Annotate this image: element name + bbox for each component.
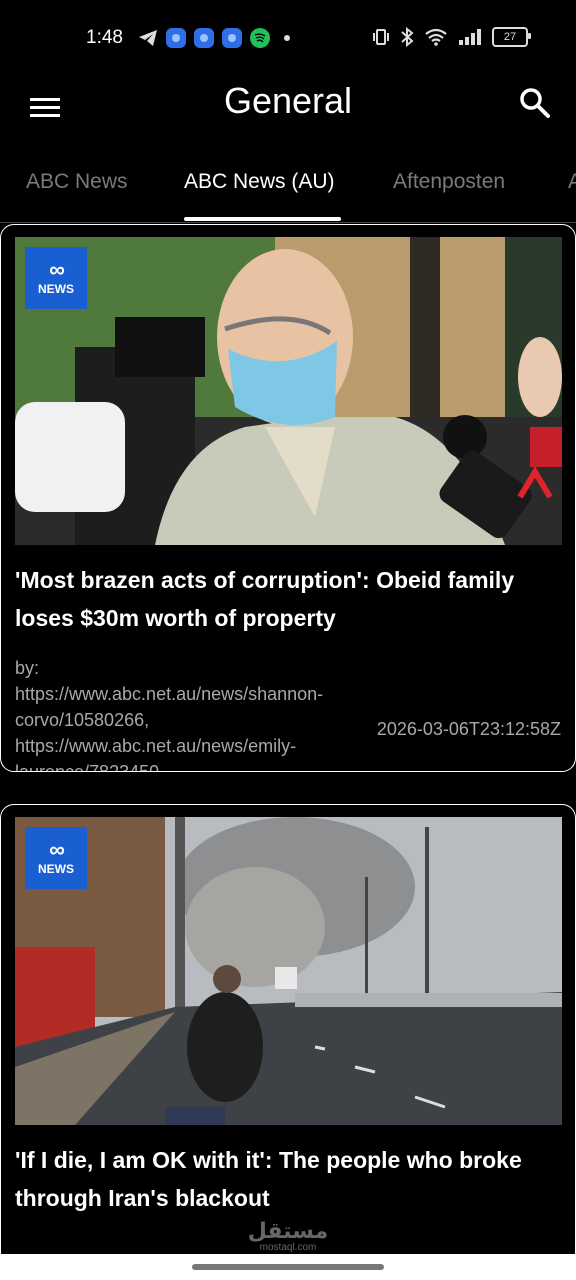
abc-news-logo: ∞ NEWS [25,827,87,889]
home-indicator[interactable] [192,1264,384,1270]
article-image: ∞ NEWS [15,817,562,1125]
tab-abc-news-au[interactable]: ABC News (AU) [184,170,335,194]
watermark: مستقل mostaql.com [247,1218,329,1253]
tab-abc-news[interactable]: ABC News [26,170,128,194]
wifi-icon [425,28,447,46]
article-card[interactable]: ∞ NEWS 'Most brazen acts of corruption':… [0,224,576,772]
app-icon [222,28,242,48]
article-date: 2026-03-06T23:12:58Z [376,719,561,739]
more-dot-icon [284,35,290,41]
bluetooth-icon [401,27,414,47]
article-headline[interactable]: 'Most brazen acts of corruption': Obeid … [15,561,563,637]
article-headline[interactable]: 'If I die, I am OK with it': The people … [15,1141,563,1217]
system-icons: 27 [372,27,531,47]
app-icon [166,28,186,48]
spotify-icon [250,28,270,48]
app-icon [194,28,214,48]
battery-icon: 27 [492,27,531,47]
telegram-icon [139,30,157,46]
status-time: 1:48 [86,27,123,48]
article-card[interactable]: ∞ NEWS 'If I die, I am OK with it': The … [0,804,576,1266]
page-title: General [223,80,353,121]
article-image: ∞ NEWS [15,237,562,545]
app-bar: General [0,78,576,148]
source-tabs: ABC News ABC News (AU) Aftenposten A [0,160,576,223]
search-icon[interactable] [518,86,552,120]
vibrate-icon [373,29,389,45]
tab-next[interactable]: A [568,170,576,194]
notification-icons [138,28,290,48]
article-byline: by: https://www.abc.net.au/news/shannon-… [15,658,324,772]
tab-aftenposten[interactable]: Aftenposten [393,170,505,194]
active-tab-indicator [184,217,341,221]
status-bar: 1:48 27 [0,0,576,78]
abc-news-logo: ∞ NEWS [25,247,87,309]
gesture-bar [0,1254,576,1280]
signal-icon [459,29,481,45]
